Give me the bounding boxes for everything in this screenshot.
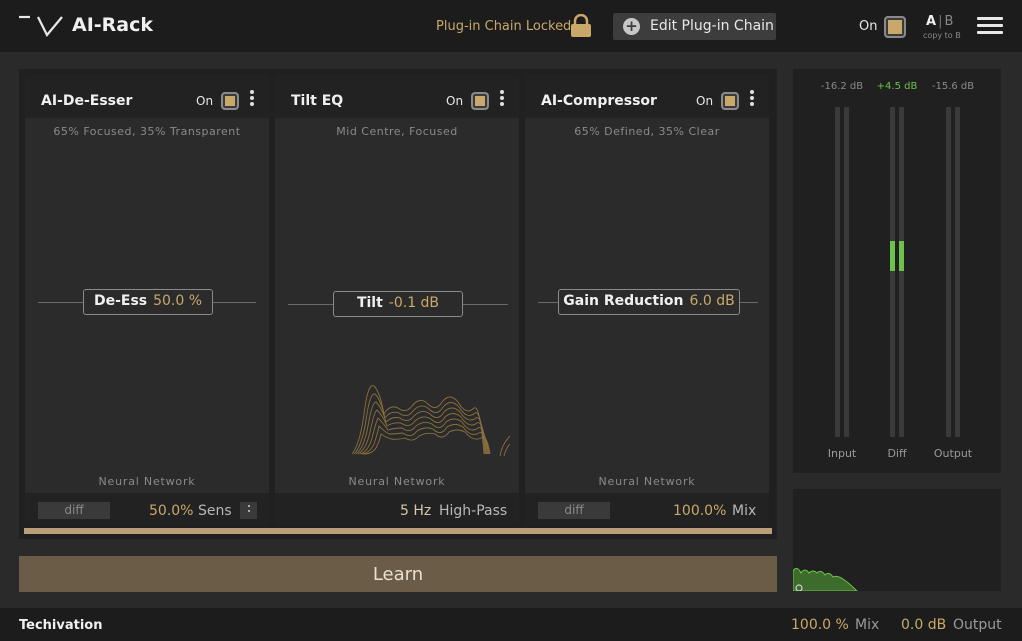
output-db-readout: -15.6 dB <box>931 81 975 92</box>
neural-network-label: Neural Network <box>598 475 696 488</box>
module-options-icon[interactable] <box>499 90 505 108</box>
sensitivity-options-icon[interactable] <box>240 502 257 519</box>
module-footer: diff 50.0% Sens <box>25 493 269 526</box>
module-footer: 5 Hz High-Pass <box>275 493 519 526</box>
neural-network-label: Neural Network <box>98 475 196 488</box>
module-compressor: AI-Compressor On 65% Defined, 35% Clear … <box>525 74 769 526</box>
module-title: AI-Compressor <box>541 93 657 109</box>
spectrum-graph <box>793 567 858 591</box>
spectrum-analyzer <box>793 489 1001 591</box>
module-title: Tilt EQ <box>291 93 344 109</box>
diff-meter-left-fill <box>890 241 895 271</box>
high-pass-label: High-Pass <box>439 503 508 519</box>
global-output-value[interactable]: 0.0 dB <box>901 617 946 633</box>
module-on-toggle[interactable] <box>221 92 239 110</box>
output-meter-label: Output <box>933 447 973 460</box>
global-mix-value[interactable]: 100.0 % <box>791 617 849 633</box>
module-header: Tilt EQ On <box>275 74 519 118</box>
level-meters-panel: -16.2 dB Input +4.5 dB Diff -15.6 dB Out… <box>793 69 1001 473</box>
logo-icon <box>19 15 63 37</box>
diff-meter-right <box>899 107 904 437</box>
gain-reduction-control[interactable]: Gain Reduction 6.0 dB <box>558 289 740 315</box>
diff-meter-left <box>890 107 895 437</box>
high-pass-value[interactable]: 5 Hz <box>400 503 431 519</box>
control-value: 6.0 dB <box>689 293 735 309</box>
header-bar: AI-Rack Plug-in Chain Locked + Edit Plug… <box>0 0 1022 52</box>
module-de-esser: AI-De-Esser On 65% Focused, 35% Transpar… <box>25 74 269 526</box>
rack-progress-bar <box>24 528 772 534</box>
edit-plugin-chain-label: Edit Plug-in Chain <box>650 18 774 34</box>
input-meter-right <box>844 107 849 437</box>
module-options-icon[interactable] <box>749 90 755 108</box>
tilt-eq-curve-graph <box>351 385 510 457</box>
module-on-label: On <box>696 94 714 108</box>
diff-button[interactable]: diff <box>538 502 610 519</box>
global-mix-label: Mix <box>855 617 880 633</box>
module-on-toggle[interactable] <box>471 92 489 110</box>
plus-icon: + <box>623 18 640 35</box>
control-name: Tilt <box>356 295 383 311</box>
de-ess-amount-control[interactable]: De-Ess 50.0 % <box>83 289 213 315</box>
module-character-label: Mid Centre, Focused <box>336 125 458 138</box>
module-header: AI-De-Esser On <box>25 74 269 118</box>
input-meter-left <box>835 107 840 437</box>
module-character-label: 65% Focused, 35% Transparent <box>53 125 241 138</box>
control-name: De-Ess <box>93 293 148 309</box>
footer-bar: Techivation 100.0 % Mix 0.0 dB Output <box>0 608 1022 641</box>
copy-to-b-button[interactable]: copy to B <box>923 31 961 40</box>
mix-value[interactable]: 100.0% <box>673 503 726 519</box>
control-value: -0.1 dB <box>388 295 440 311</box>
sensitivity-value[interactable]: 50.0% <box>149 503 193 519</box>
master-on-label: On <box>859 19 878 34</box>
module-on-label: On <box>446 94 464 108</box>
input-db-readout: -16.2 dB <box>820 81 864 92</box>
sensitivity-label: Sens <box>198 503 232 519</box>
edit-plugin-chain-button[interactable]: + Edit Plug-in Chain <box>613 13 776 40</box>
module-options-icon[interactable] <box>249 90 255 108</box>
ab-b-label: B <box>944 14 954 29</box>
module-footer: diff 100.0% Mix <box>525 493 769 526</box>
tilt-control[interactable]: Tilt -0.1 dB <box>333 291 463 317</box>
module-on-toggle[interactable] <box>721 92 739 110</box>
brand-label: Techivation <box>19 618 103 633</box>
module-tilt-eq: Tilt EQ On Mid Centre, Focused Tilt -0.1 … <box>275 74 519 526</box>
hamburger-menu-icon[interactable] <box>977 17 1003 37</box>
control-value: 50.0 % <box>153 293 203 309</box>
app-title: AI-Rack <box>72 14 154 36</box>
neural-network-label: Neural Network <box>348 475 446 488</box>
mix-label: Mix <box>732 503 757 519</box>
diff-db-readout: +4.5 dB <box>876 81 918 92</box>
module-header: AI-Compressor On <box>525 74 769 118</box>
ab-compare-button[interactable]: A | B <box>926 14 953 29</box>
learn-button[interactable]: Learn <box>19 556 777 592</box>
diff-meter-right-fill <box>899 241 904 271</box>
ab-a-label: A <box>926 14 937 29</box>
plugin-rack: AI-De-Esser On 65% Focused, 35% Transpar… <box>19 69 777 539</box>
diff-button[interactable]: diff <box>38 502 110 519</box>
diff-meter-label: Diff <box>887 447 907 460</box>
global-output-label: Output <box>953 617 1002 633</box>
ab-separator: | <box>938 14 943 29</box>
module-on-label: On <box>196 94 214 108</box>
master-on-toggle[interactable] <box>884 16 906 38</box>
chain-locked-label: Plug-in Chain Locked <box>436 19 572 34</box>
output-meter-left <box>946 107 951 437</box>
output-meter-right <box>955 107 960 437</box>
module-character-label: 65% Defined, 35% Clear <box>574 125 720 138</box>
control-name: Gain Reduction <box>563 293 684 309</box>
lock-icon[interactable] <box>570 14 592 38</box>
module-title: AI-De-Esser <box>41 93 133 109</box>
input-meter-label: Input <box>827 447 857 460</box>
